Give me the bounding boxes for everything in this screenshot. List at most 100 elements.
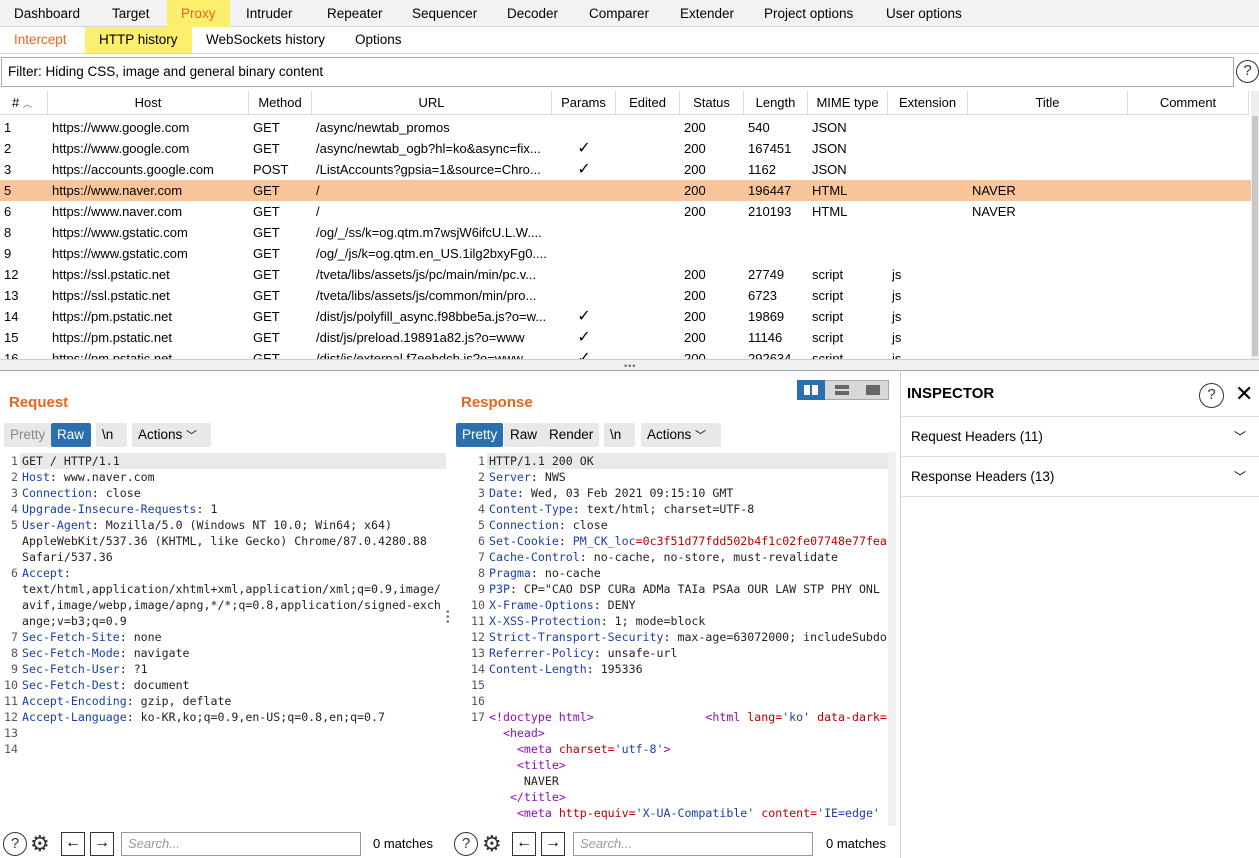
response-newline-button[interactable]: \n	[604, 423, 635, 447]
response-actions-button[interactable]: Actions ﹀	[641, 423, 721, 447]
col-header-status[interactable]: Status	[680, 91, 744, 115]
response-back-arrow-icon[interactable]: ←	[512, 832, 536, 856]
table-row[interactable]: 2 https://www.google.com GET/async/newtab_…	[0, 138, 1255, 159]
col-header-url[interactable]: URL	[312, 91, 552, 115]
col-header-length[interactable]: Length	[744, 91, 808, 115]
col-header-method[interactable]: Method	[249, 91, 312, 115]
request-help-icon[interactable]: ?	[3, 832, 27, 856]
cell-mime: JSON	[812, 141, 847, 156]
request-back-arrow-icon[interactable]: ←	[61, 832, 85, 856]
line-number: 10	[471, 598, 485, 612]
code-line: Accept-Encoding: gzip, deflate	[22, 694, 232, 708]
subtab-intercept[interactable]: Intercept	[0, 27, 81, 53]
table-row[interactable]: 16 https://pm.pstatic.net GET/dist/js/exte…	[0, 348, 1255, 359]
col-header-number[interactable]: # ︿	[0, 91, 48, 115]
line-number: 16	[471, 694, 485, 708]
cell-host: https://www.naver.com	[52, 204, 183, 219]
response-search-input[interactable]: Search...	[573, 832, 813, 856]
inspector-request-headers[interactable]: Request Headers (11) ﹀	[901, 417, 1259, 457]
request-search-input[interactable]: Search...	[121, 832, 361, 856]
request-pretty-button[interactable]: Pretty	[4, 423, 52, 447]
request-raw-button[interactable]: Raw	[51, 423, 91, 447]
request-newline-button[interactable]: \n	[96, 423, 127, 447]
request-forward-arrow-icon[interactable]: →	[90, 832, 114, 856]
code-line: Sec-Fetch-Site: none	[22, 630, 162, 644]
filter-bar[interactable]: Filter: Hiding CSS, image and general bi…	[1, 57, 1234, 87]
cell-length: 210193	[748, 204, 792, 219]
inspector-help-icon[interactable]: ?	[1199, 383, 1224, 408]
code-line: Accept-Language: ko-KR,ko;q=0.9,en-US;q=…	[22, 710, 385, 724]
tab-extender[interactable]: Extender	[666, 0, 748, 27]
response-pretty-button[interactable]: Pretty	[456, 423, 504, 447]
cell-params	[552, 264, 616, 285]
subtab-options[interactable]: Options	[341, 27, 416, 53]
cell-method: GET	[253, 204, 280, 219]
inspector-panel: INSPECTOR ? ✕ Request Headers (11) ﹀ Resp…	[900, 371, 1259, 858]
tab-sequencer[interactable]: Sequencer	[398, 0, 491, 27]
response-settings-gear-icon[interactable]: ⚙	[482, 831, 502, 857]
col-header-params[interactable]: Params	[552, 91, 616, 115]
response-forward-arrow-icon[interactable]: →	[541, 832, 565, 856]
pane-splitter[interactable]: •••	[0, 359, 1259, 371]
response-raw-button[interactable]: Raw	[504, 423, 544, 447]
split-vertical-icon[interactable]	[828, 380, 856, 400]
table-row[interactable]: 1 https://www.google.com GET/async/newtab_…	[0, 117, 1255, 138]
table-row[interactable]: 12 https://ssl.pstatic.net GET/tveta/libs/…	[0, 264, 1255, 285]
cell-mime: JSON	[812, 120, 847, 135]
table-row[interactable]: 15 https://pm.pstatic.net GET/dist/js/prel…	[0, 327, 1255, 348]
code-line: Server: NWS	[489, 470, 566, 484]
vertical-grip-icon[interactable]: • • •	[446, 608, 450, 628]
code-line: Content-Length: 195336	[489, 662, 643, 676]
cell-host: https://www.google.com	[52, 141, 190, 156]
request-editor[interactable]: 1 GET / HTTP/1.1 2 Host: www.naver.com 3 Conn…	[0, 452, 446, 826]
table-row[interactable]: 9 https://www.gstatic.com GET/og/_/js/k=og…	[0, 243, 1255, 264]
response-render-button[interactable]: Render	[543, 423, 600, 447]
tab-decoder[interactable]: Decoder	[493, 0, 572, 27]
table-row[interactable]: 8 https://www.gstatic.com GET/og/_/ss/k=og…	[0, 222, 1255, 243]
request-settings-gear-icon[interactable]: ⚙	[30, 831, 50, 857]
table-row[interactable]: 6 https://www.naver.com GET / 200 210193 HTML N…	[0, 201, 1255, 222]
tab-repeater[interactable]: Repeater	[313, 0, 397, 27]
tab-proxy[interactable]: Proxy	[167, 0, 230, 27]
split-horizontal-icon[interactable]	[797, 380, 825, 400]
cell-params: ✓	[577, 140, 591, 157]
col-header-title[interactable]: Title	[968, 91, 1128, 115]
response-editor[interactable]: 1 HTTP/1.1 200 OK 2 Server: NWS 3 Date: Wed, …	[452, 452, 888, 826]
table-row[interactable]: 5 https://www.naver.com GET / 200 196447 HTML N…	[0, 180, 1255, 201]
cell-url: /dist/js/preload.19891a82.js?o=www	[316, 330, 525, 345]
response-scrollbar[interactable]	[888, 452, 896, 826]
col-header-mime-type[interactable]: MIME type	[808, 91, 888, 115]
table-row[interactable]: 13 https://ssl.pstatic.net GET/tveta/libs/…	[0, 285, 1255, 306]
response-help-icon[interactable]: ?	[454, 832, 478, 856]
tab-dashboard[interactable]: Dashboard	[0, 0, 94, 27]
tab-project-options[interactable]: Project options	[750, 0, 867, 27]
tab-intruder[interactable]: Intruder	[232, 0, 307, 27]
table-scrollbar-thumb[interactable]	[1252, 116, 1258, 356]
cell-host: https://pm.pstatic.net	[52, 351, 172, 359]
col-header-extension[interactable]: Extension	[888, 91, 968, 115]
close-icon[interactable]: ✕	[1235, 381, 1253, 407]
col-header-host[interactable]: Host	[48, 91, 249, 115]
cell-n: 9	[4, 246, 12, 261]
col-header-comment[interactable]: Comment	[1128, 91, 1249, 115]
table-row[interactable]: 14 https://pm.pstatic.net GET/dist/js/poly…	[0, 306, 1255, 327]
col-header-edited[interactable]: Edited	[616, 91, 680, 115]
subtab-websockets-history[interactable]: WebSockets history	[192, 27, 339, 53]
cell-ext	[888, 180, 968, 201]
request-actions-button[interactable]: Actions ﹀	[132, 423, 211, 447]
inspector-response-headers[interactable]: Response Headers (13) ﹀	[901, 457, 1259, 497]
code-line: Safari/537.36	[22, 550, 113, 564]
cell-mime	[808, 243, 888, 264]
table-row[interactable]: 3 https://accounts.google.com POST/ListAcc…	[0, 159, 1255, 180]
tab-comparer[interactable]: Comparer	[575, 0, 663, 27]
line-number: 6	[478, 534, 485, 548]
single-pane-icon[interactable]	[859, 380, 887, 400]
cell-status: 200	[684, 183, 706, 198]
tab-target[interactable]: Target	[98, 0, 164, 27]
tab-user-options[interactable]: User options	[872, 0, 976, 27]
help-icon[interactable]: ?	[1236, 60, 1259, 83]
main-menu-bar: Dashboard Target Proxy Intruder Repeater…	[0, 0, 1259, 27]
subtab-http-history[interactable]: HTTP history	[85, 27, 192, 53]
response-actions-label: Actions	[647, 427, 692, 442]
cell-edited	[616, 348, 680, 359]
